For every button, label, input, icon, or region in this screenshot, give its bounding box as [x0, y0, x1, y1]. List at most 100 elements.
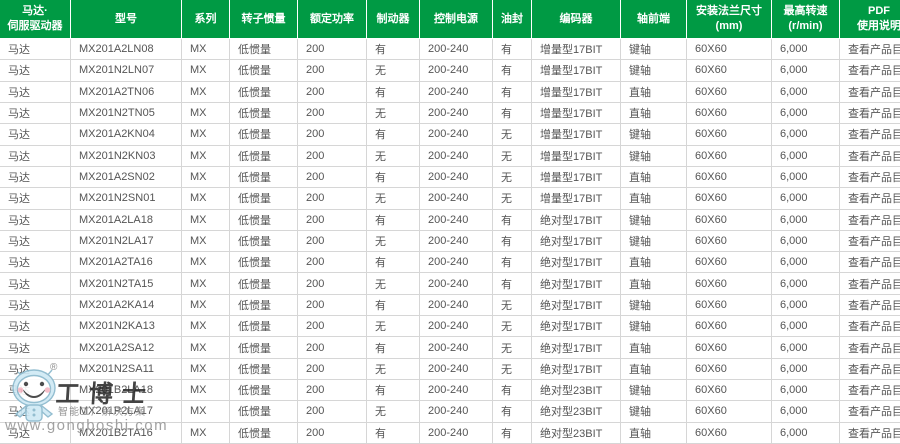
cell-flange: 60X60	[687, 60, 772, 81]
cell-control: 200-240	[420, 39, 493, 60]
cell-brake: 有	[367, 81, 420, 102]
col-header-encoder: 编码器	[532, 0, 621, 39]
cell-flange: 60X60	[687, 166, 772, 187]
cell-model: MX201A2TN06	[71, 81, 182, 102]
pdf-link[interactable]: 查看产品目录	[840, 252, 900, 273]
cell-category: 马达	[0, 60, 71, 81]
pdf-link[interactable]: 查看产品目录	[840, 60, 900, 81]
pdf-link[interactable]: 查看产品目录	[840, 209, 900, 230]
cell-model: MX201A2TA16	[71, 252, 182, 273]
cell-power: 200	[298, 124, 367, 145]
cell-series: MX	[182, 102, 230, 123]
cell-encoder: 增量型17BIT	[532, 60, 621, 81]
pdf-link[interactable]: 查看产品目录	[840, 145, 900, 166]
cell-power: 200	[298, 81, 367, 102]
cell-encoder: 增量型17BIT	[532, 145, 621, 166]
cell-inertia: 低惯量	[230, 337, 298, 358]
pdf-link[interactable]: 查看产品目录	[840, 422, 900, 443]
cell-model: MX201B2LA18	[71, 380, 182, 401]
cell-shaft: 键轴	[621, 60, 687, 81]
cell-category: 马达	[0, 273, 71, 294]
cell-flange: 60X60	[687, 145, 772, 166]
cell-power: 200	[298, 337, 367, 358]
cell-brake: 有	[367, 39, 420, 60]
cell-oilseal: 有	[493, 401, 532, 422]
pdf-link[interactable]: 查看产品目录	[840, 39, 900, 60]
cell-model: MX201N2LA17	[71, 230, 182, 251]
cell-brake: 有	[367, 422, 420, 443]
cell-control: 200-240	[420, 60, 493, 81]
cell-oilseal: 有	[493, 209, 532, 230]
cell-category: 马达	[0, 252, 71, 273]
col-header-brake: 制动器	[367, 0, 420, 39]
cell-control: 200-240	[420, 124, 493, 145]
cell-oilseal: 无	[493, 124, 532, 145]
cell-control: 200-240	[420, 81, 493, 102]
pdf-link[interactable]: 查看产品目录	[840, 273, 900, 294]
table-header: 马达·伺服驱动器型号系列转子惯量额定功率制动器控制电源油封编码器轴前端安装法兰尺…	[0, 0, 900, 39]
cell-shaft: 直轴	[621, 422, 687, 443]
cell-oilseal: 有	[493, 60, 532, 81]
cell-brake: 有	[367, 337, 420, 358]
pdf-link[interactable]: 查看产品目录	[840, 124, 900, 145]
cell-power: 200	[298, 294, 367, 315]
cell-model: MX201N2TN05	[71, 102, 182, 123]
table-body: 马达MX201A2LN08MX低惯量200有200-240有增量型17BIT键轴…	[0, 39, 900, 444]
cell-shaft: 键轴	[621, 294, 687, 315]
pdf-link[interactable]: 查看产品目录	[840, 316, 900, 337]
cell-category: 马达	[0, 294, 71, 315]
cell-model: MX201N2TA15	[71, 273, 182, 294]
cell-speed: 6,000	[772, 102, 840, 123]
pdf-link[interactable]: 查看产品目录	[840, 81, 900, 102]
pdf-link[interactable]: 查看产品目录	[840, 380, 900, 401]
pdf-link[interactable]: 查看产品目录	[840, 358, 900, 379]
cell-flange: 60X60	[687, 316, 772, 337]
cell-model: MX201A2SA12	[71, 337, 182, 358]
pdf-link[interactable]: 查看产品目录	[840, 294, 900, 315]
cell-inertia: 低惯量	[230, 401, 298, 422]
pdf-link[interactable]: 查看产品目录	[840, 401, 900, 422]
cell-series: MX	[182, 294, 230, 315]
cell-series: MX	[182, 380, 230, 401]
pdf-link[interactable]: 查看产品目录	[840, 230, 900, 251]
cell-flange: 60X60	[687, 273, 772, 294]
cell-shaft: 直轴	[621, 337, 687, 358]
cell-speed: 6,000	[772, 60, 840, 81]
cell-control: 200-240	[420, 209, 493, 230]
cell-flange: 60X60	[687, 230, 772, 251]
cell-speed: 6,000	[772, 380, 840, 401]
cell-category: 马达	[0, 166, 71, 187]
pdf-link[interactable]: 查看产品目录	[840, 102, 900, 123]
cell-series: MX	[182, 337, 230, 358]
cell-model: MX201P2LA17	[71, 401, 182, 422]
cell-encoder: 绝对型23BIT	[532, 422, 621, 443]
pdf-link[interactable]: 查看产品目录	[840, 166, 900, 187]
cell-oilseal: 有	[493, 273, 532, 294]
cell-encoder: 绝对型17BIT	[532, 337, 621, 358]
col-header-flange: 安装法兰尺寸(mm)	[687, 0, 772, 39]
cell-shaft: 直轴	[621, 358, 687, 379]
cell-series: MX	[182, 166, 230, 187]
cell-oilseal: 有	[493, 81, 532, 102]
pdf-link[interactable]: 查看产品目录	[840, 188, 900, 209]
col-header-control: 控制电源	[420, 0, 493, 39]
cell-encoder: 增量型17BIT	[532, 124, 621, 145]
cell-category: 马达	[0, 81, 71, 102]
cell-power: 200	[298, 145, 367, 166]
col-header-power: 额定功率	[298, 0, 367, 39]
pdf-link[interactable]: 查看产品目录	[840, 337, 900, 358]
cell-shaft: 键轴	[621, 39, 687, 60]
cell-oilseal: 无	[493, 145, 532, 166]
cell-power: 200	[298, 380, 367, 401]
cell-control: 200-240	[420, 380, 493, 401]
table-row: 马达MX201N2TA15MX低惯量200无200-240有绝对型17BIT直轴…	[0, 273, 900, 294]
cell-inertia: 低惯量	[230, 124, 298, 145]
table-row: 马达MX201N2LN07MX低惯量200无200-240有增量型17BIT键轴…	[0, 60, 900, 81]
cell-speed: 6,000	[772, 252, 840, 273]
cell-flange: 60X60	[687, 294, 772, 315]
cell-encoder: 绝对型17BIT	[532, 209, 621, 230]
cell-series: MX	[182, 401, 230, 422]
cell-speed: 6,000	[772, 188, 840, 209]
col-header-model: 型号	[71, 0, 182, 39]
cell-power: 200	[298, 188, 367, 209]
